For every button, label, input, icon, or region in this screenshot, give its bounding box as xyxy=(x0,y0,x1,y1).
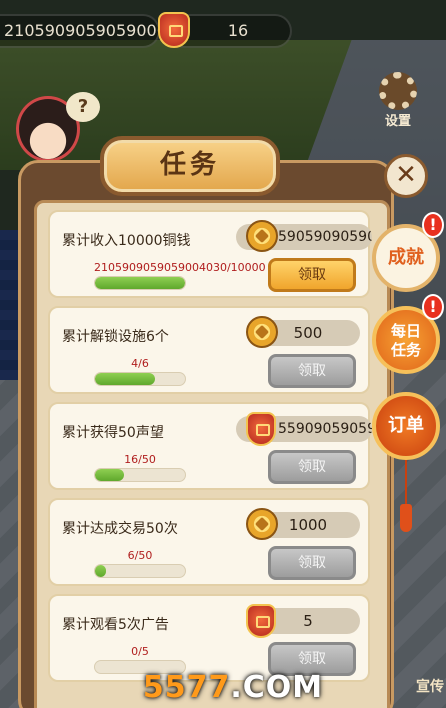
tab-orders-label: 订单 xyxy=(388,415,424,436)
task-progress-text: 2105909059059004030/10000 xyxy=(94,261,266,274)
task-progress-bar xyxy=(94,564,186,578)
task-name: 累计收入10000铜钱 xyxy=(62,233,191,249)
task-progress-text: 16/50 xyxy=(124,453,156,466)
reputation-badge-icon xyxy=(158,12,190,48)
claim-button[interactable]: 领取 xyxy=(268,450,356,484)
task-progress-text: 0/5 xyxy=(131,645,149,658)
reputation-badge-icon xyxy=(246,604,276,638)
coin-icon xyxy=(246,220,278,252)
task-card: 累计达成交易50次 6/50 1000 领取 xyxy=(48,498,370,586)
task-progress-fill xyxy=(95,373,156,385)
task-progress-text: 4/6 xyxy=(131,357,149,370)
task-progress-bar xyxy=(94,372,186,386)
coin-icon xyxy=(246,508,278,540)
task-card: 累计解锁设施6个 4/6 500 领取 xyxy=(48,306,370,394)
task-card: 累计收入10000铜钱 2105909059059004030/10000 5905… xyxy=(48,210,372,298)
task-name: 累计达成交易50次 xyxy=(62,521,178,537)
task-progress-fill xyxy=(95,469,124,481)
claim-button[interactable]: 领取 xyxy=(268,546,356,580)
panel-title-text: 任务 xyxy=(159,150,220,180)
publicity-label[interactable]: 宣传 xyxy=(416,676,444,696)
reputation-badge-icon xyxy=(246,412,276,446)
settings-button[interactable]: 设置 xyxy=(372,72,424,129)
settings-label: 设置 xyxy=(384,114,411,129)
task-name: 累计获得50声望 xyxy=(62,425,164,441)
watermark-prefix: 5577 xyxy=(142,670,231,705)
tassel-decoration xyxy=(398,460,414,534)
watermark-suffix: .COM xyxy=(230,670,324,705)
alert-badge-daily: ! xyxy=(422,294,444,320)
claim-button[interactable]: 领取 xyxy=(268,258,356,292)
question-icon[interactable]: ? xyxy=(66,92,100,122)
claim-button[interactable]: 领取 xyxy=(268,354,356,388)
task-name: 累计解锁设施6个 xyxy=(62,329,169,345)
task-progress-bar xyxy=(94,276,186,290)
tab-achievement-label: 成就 xyxy=(388,247,424,268)
task-name: 累计观看5次广告 xyxy=(62,617,169,633)
close-button[interactable]: ✕ xyxy=(384,154,428,198)
close-icon: ✕ xyxy=(395,160,417,190)
task-progress-bar xyxy=(94,468,186,482)
task-progress-fill xyxy=(95,565,106,577)
task-progress-fill xyxy=(95,277,185,289)
site-watermark: 5577.COM xyxy=(140,668,326,708)
coin-counter: 2105909059059000 xyxy=(0,14,160,48)
tab-orders[interactable]: 订单 xyxy=(372,392,440,460)
panel-title: 任务 xyxy=(100,136,280,196)
task-progress-text: 6/50 xyxy=(127,549,153,562)
coin-icon xyxy=(246,316,278,348)
gear-icon xyxy=(379,72,417,110)
alert-badge-achievement: ! xyxy=(422,212,444,238)
tab-daily-label-1: 每日 xyxy=(390,322,421,340)
task-card: 累计获得50声望16/505590905905905905领取 xyxy=(48,402,372,490)
tab-daily-label-2: 任务 xyxy=(390,341,421,359)
